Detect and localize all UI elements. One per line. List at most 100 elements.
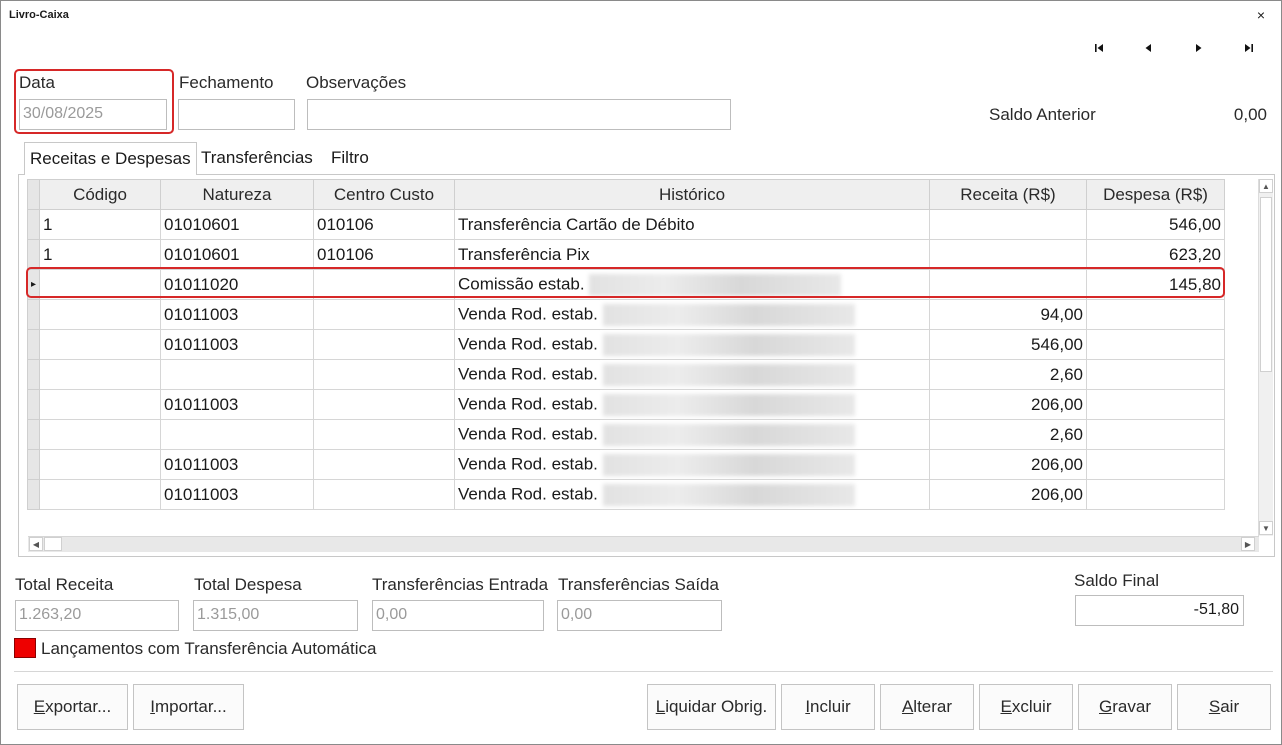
col-centro-custo[interactable]: Centro Custo [313, 179, 455, 210]
cell-centro-custo[interactable] [313, 359, 455, 390]
exportar-button[interactable]: Exportar... [17, 684, 128, 730]
cell-natureza[interactable]: 01011003 [160, 389, 314, 420]
tab-filtro[interactable]: Filtro [326, 142, 374, 175]
cell-despesa[interactable] [1086, 479, 1225, 510]
cell-natureza[interactable] [160, 359, 314, 390]
table-row[interactable]: 1 01010601 010106 Transferência Cartão d… [27, 209, 1225, 240]
sair-button[interactable]: Sair [1177, 684, 1271, 730]
fechamento-field[interactable] [178, 99, 295, 130]
vertical-scrollbar[interactable]: ▲ ▼ [1258, 179, 1273, 536]
observacoes-field[interactable] [307, 99, 731, 130]
col-codigo[interactable]: Código [39, 179, 161, 210]
table-row[interactable]: 1 01010601 010106 Transferência Pix 623,… [27, 239, 1225, 270]
cell-historico[interactable]: Venda Rod. estab. [454, 389, 930, 420]
cell-codigo[interactable]: 1 [39, 209, 161, 240]
cell-despesa[interactable] [1086, 329, 1225, 360]
cell-receita[interactable]: 94,00 [929, 299, 1087, 330]
cell-historico[interactable]: Comissão estab. [454, 269, 930, 300]
cell-receita[interactable]: 2,60 [929, 419, 1087, 450]
table-row[interactable]: 01011003 Venda Rod. estab. 206,00 [27, 449, 1225, 480]
cell-despesa[interactable]: 546,00 [1086, 209, 1225, 240]
cell-despesa[interactable] [1086, 419, 1225, 450]
cell-codigo[interactable]: 1 [39, 239, 161, 270]
cell-codigo[interactable] [39, 479, 161, 510]
incluir-button[interactable]: Incluir [781, 684, 875, 730]
last-record-icon[interactable] [1239, 39, 1259, 57]
horizontal-scrollbar[interactable]: ◀ ▶ [28, 536, 1259, 552]
cell-codigo[interactable] [39, 329, 161, 360]
close-icon[interactable]: × [1253, 7, 1269, 23]
cell-receita[interactable] [929, 209, 1087, 240]
col-despesa[interactable]: Despesa (R$) [1086, 179, 1225, 210]
cell-centro-custo[interactable] [313, 449, 455, 480]
cell-codigo[interactable] [39, 299, 161, 330]
cell-natureza[interactable]: 01010601 [160, 209, 314, 240]
previous-record-icon[interactable] [1138, 39, 1158, 57]
cell-despesa[interactable] [1086, 299, 1225, 330]
cell-receita[interactable] [929, 269, 1087, 300]
cell-codigo[interactable] [39, 449, 161, 480]
cell-despesa[interactable]: 623,20 [1086, 239, 1225, 270]
table-row[interactable]: Venda Rod. estab. 2,60 [27, 419, 1225, 450]
table-row[interactable]: 01011003 Venda Rod. estab. 206,00 [27, 389, 1225, 420]
scrollbar-thumb[interactable] [1260, 197, 1272, 372]
cell-receita[interactable]: 546,00 [929, 329, 1087, 360]
data-field[interactable]: 30/08/2025 [19, 99, 167, 130]
scroll-down-icon[interactable]: ▼ [1259, 521, 1273, 535]
cell-natureza[interactable]: 01010601 [160, 239, 314, 270]
scroll-right-icon[interactable]: ▶ [1241, 537, 1255, 551]
cell-receita[interactable]: 206,00 [929, 449, 1087, 480]
gravar-button[interactable]: Gravar [1078, 684, 1172, 730]
cell-receita[interactable]: 2,60 [929, 359, 1087, 390]
cell-centro-custo[interactable] [313, 479, 455, 510]
cell-despesa[interactable] [1086, 389, 1225, 420]
cell-historico[interactable]: Venda Rod. estab. [454, 479, 930, 510]
cell-codigo[interactable] [39, 419, 161, 450]
cell-codigo[interactable] [39, 359, 161, 390]
col-historico[interactable]: Histórico [454, 179, 930, 210]
cell-despesa[interactable] [1086, 359, 1225, 390]
table-row[interactable]: 01011003 Venda Rod. estab. 546,00 [27, 329, 1225, 360]
cell-despesa[interactable] [1086, 449, 1225, 480]
cell-historico[interactable]: Transferência Pix [454, 239, 930, 270]
scroll-left-icon[interactable]: ◀ [29, 537, 43, 551]
cell-natureza[interactable]: 01011003 [160, 329, 314, 360]
importar-button[interactable]: Importar... [133, 684, 244, 730]
table-row[interactable]: 01011003 Venda Rod. estab. 206,00 [27, 479, 1225, 510]
cell-historico[interactable]: Transferência Cartão de Débito [454, 209, 930, 240]
col-receita[interactable]: Receita (R$) [929, 179, 1087, 210]
cell-natureza[interactable]: 01011020 [160, 269, 314, 300]
cell-centro-custo[interactable]: 010106 [313, 209, 455, 240]
cell-natureza[interactable]: 01011003 [160, 479, 314, 510]
table-row[interactable]: 01011003 Venda Rod. estab. 94,00 [27, 299, 1225, 330]
cell-codigo[interactable] [39, 389, 161, 420]
first-record-icon[interactable] [1089, 39, 1109, 57]
scrollbar-thumb[interactable] [44, 537, 62, 551]
cell-natureza[interactable] [160, 419, 314, 450]
next-record-icon[interactable] [1189, 39, 1209, 57]
cell-centro-custo[interactable] [313, 269, 455, 300]
cell-receita[interactable]: 206,00 [929, 479, 1087, 510]
liquidar-obrig-button[interactable]: Liquidar Obrig. [647, 684, 776, 730]
cell-despesa[interactable]: 145,80 [1086, 269, 1225, 300]
cell-receita[interactable] [929, 239, 1087, 270]
cell-natureza[interactable]: 01011003 [160, 299, 314, 330]
cell-receita[interactable]: 206,00 [929, 389, 1087, 420]
cell-historico[interactable]: Venda Rod. estab. [454, 449, 930, 480]
excluir-button[interactable]: Excluir [979, 684, 1073, 730]
col-natureza[interactable]: Natureza [160, 179, 314, 210]
cell-historico[interactable]: Venda Rod. estab. [454, 329, 930, 360]
cell-centro-custo[interactable] [313, 329, 455, 360]
alterar-button[interactable]: Alterar [880, 684, 974, 730]
cell-historico[interactable]: Venda Rod. estab. [454, 299, 930, 330]
cell-centro-custo[interactable] [313, 389, 455, 420]
tab-transferencias[interactable]: Transferências [196, 142, 318, 175]
cell-natureza[interactable]: 01011003 [160, 449, 314, 480]
cell-historico[interactable]: Venda Rod. estab. [454, 359, 930, 390]
cell-codigo[interactable] [39, 269, 161, 300]
cell-centro-custo[interactable] [313, 419, 455, 450]
cell-centro-custo[interactable] [313, 299, 455, 330]
cell-centro-custo[interactable]: 010106 [313, 239, 455, 270]
tab-receitas-despesas[interactable]: Receitas e Despesas [24, 142, 197, 175]
table-row-selected[interactable]: ▸ 01011020 Comissão estab. 145,80 [27, 269, 1225, 300]
